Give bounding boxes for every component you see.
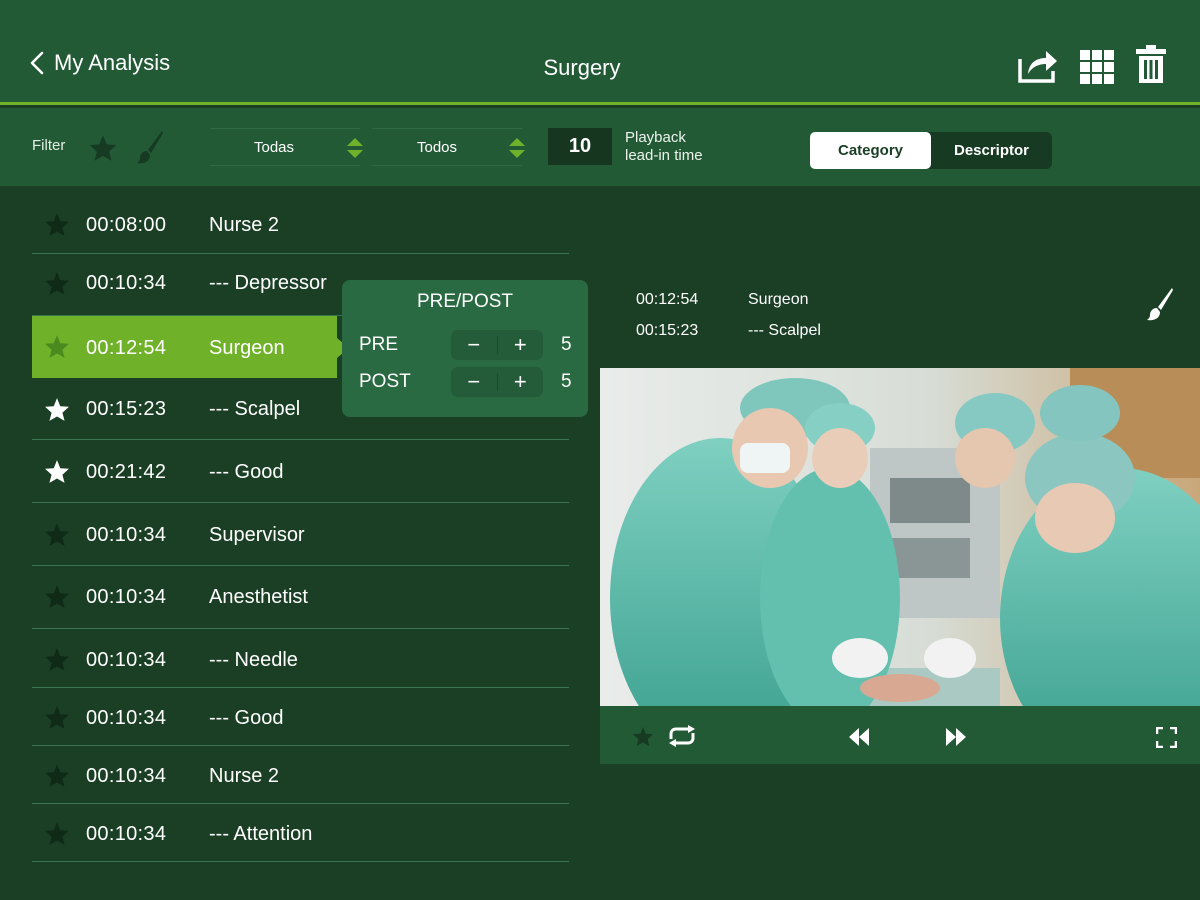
post-value: 5 [561, 371, 572, 392]
post-plus-button[interactable]: + [498, 367, 544, 397]
pre-value: 5 [561, 334, 572, 355]
item-time: 00:08:00 [86, 214, 167, 236]
fast-forward-icon[interactable] [946, 728, 966, 746]
video-controls [600, 706, 1200, 764]
popup-title: PRE/POST [416, 291, 514, 312]
star-icon[interactable] [44, 271, 70, 296]
list-item[interactable]: 00:10:34 --- Good [32, 688, 569, 746]
pre-minus-button[interactable]: − [451, 330, 497, 360]
star-icon[interactable] [44, 212, 70, 237]
rewind-icon[interactable] [849, 728, 869, 746]
updown-arrows-icon [509, 138, 525, 158]
category-descriptor-toggle: Category Descriptor [810, 132, 1052, 169]
detail-name-2: --- Scalpel [748, 322, 821, 339]
star-filter-icon[interactable] [88, 134, 118, 162]
lead-in-label: Playback lead-in time [625, 129, 703, 164]
trash-icon[interactable] [1136, 45, 1166, 83]
star-icon[interactable] [44, 522, 70, 547]
segment-descriptor[interactable]: Descriptor [931, 132, 1052, 169]
loop-icon[interactable] [667, 725, 697, 747]
item-name: --- Good [209, 707, 284, 729]
item-time: 00:12:54 [86, 337, 167, 359]
select-descriptor[interactable]: Todos [372, 128, 525, 166]
item-time: 00:10:34 [86, 524, 167, 546]
pre-plus-button[interactable]: + [498, 330, 544, 360]
list-item[interactable]: 00:10:34 --- Needle [32, 629, 569, 688]
item-time: 00:15:23 [86, 398, 167, 420]
detail-time-2: 00:15:23 [636, 322, 699, 339]
list-item[interactable]: 00:10:34 Nurse 2 [32, 746, 569, 804]
fullscreen-icon[interactable] [1156, 727, 1177, 748]
pre-row: PRE − + 5 [359, 330, 579, 360]
pre-post-popup: PRE/POST PRE − + 5 POST − + 5 [342, 280, 588, 417]
brush-filter-icon[interactable] [136, 130, 164, 164]
brush-icon[interactable] [1145, 287, 1175, 321]
star-icon[interactable] [44, 705, 70, 730]
star-icon[interactable] [44, 584, 70, 609]
star-icon[interactable] [44, 821, 70, 846]
item-name: Surgeon [209, 337, 285, 359]
item-time: 00:10:34 [86, 765, 167, 787]
updown-arrows-icon [347, 138, 363, 158]
post-row: POST − + 5 [359, 367, 579, 397]
item-time: 00:10:34 [86, 707, 167, 729]
segment-category[interactable]: Category [810, 132, 931, 169]
top-bar: My Analysis Surgery [0, 0, 1200, 105]
item-name: Supervisor [209, 524, 305, 546]
surgery-video-frame [600, 368, 1200, 706]
star-icon[interactable] [44, 397, 70, 422]
lead-in-value[interactable]: 10 [548, 128, 612, 165]
filter-label: Filter [32, 137, 66, 154]
item-name: --- Scalpel [209, 398, 301, 420]
star-icon[interactable] [632, 726, 654, 747]
list-item[interactable]: 00:10:34 Anesthetist [32, 566, 569, 629]
item-time: 00:10:34 [86, 823, 167, 845]
item-time: 00:10:34 [86, 586, 167, 608]
detail-time-1: 00:12:54 [636, 291, 699, 308]
item-time: 00:21:42 [86, 461, 167, 483]
post-stepper: − + [451, 367, 543, 397]
list-item-selected[interactable]: 00:12:54 Surgeon [32, 316, 349, 378]
item-name: --- Attention [209, 823, 313, 845]
list-item[interactable]: 00:10:34 Supervisor [32, 503, 569, 566]
item-time: 00:10:34 [86, 649, 167, 671]
item-name: Nurse 2 [209, 765, 280, 787]
pre-label: PRE [359, 334, 399, 355]
list-item[interactable]: 00:08:00 Nurse 2 [32, 196, 569, 254]
item-time: 00:10:34 [86, 272, 167, 294]
list-item[interactable]: 00:21:42 --- Good [32, 440, 569, 503]
star-icon[interactable] [44, 459, 70, 484]
share-icon[interactable] [1017, 46, 1059, 84]
post-minus-button[interactable]: − [451, 367, 497, 397]
select-category[interactable]: Todas [210, 128, 363, 166]
star-icon[interactable] [44, 763, 70, 788]
video-player[interactable] [600, 368, 1200, 706]
list-item[interactable]: 00:10:34 --- Attention [32, 804, 569, 862]
grid-icon[interactable] [1080, 50, 1114, 84]
star-icon[interactable] [44, 334, 70, 359]
item-name: Anesthetist [209, 586, 308, 608]
item-name: Nurse 2 [209, 214, 280, 236]
star-icon[interactable] [44, 647, 70, 672]
post-label: POST [359, 371, 411, 392]
item-name: --- Needle [209, 649, 298, 671]
pre-stepper: − + [451, 330, 543, 360]
detail-name-1: Surgeon [748, 291, 809, 308]
item-name: --- Depressor [209, 272, 327, 294]
item-name: --- Good [209, 461, 284, 483]
